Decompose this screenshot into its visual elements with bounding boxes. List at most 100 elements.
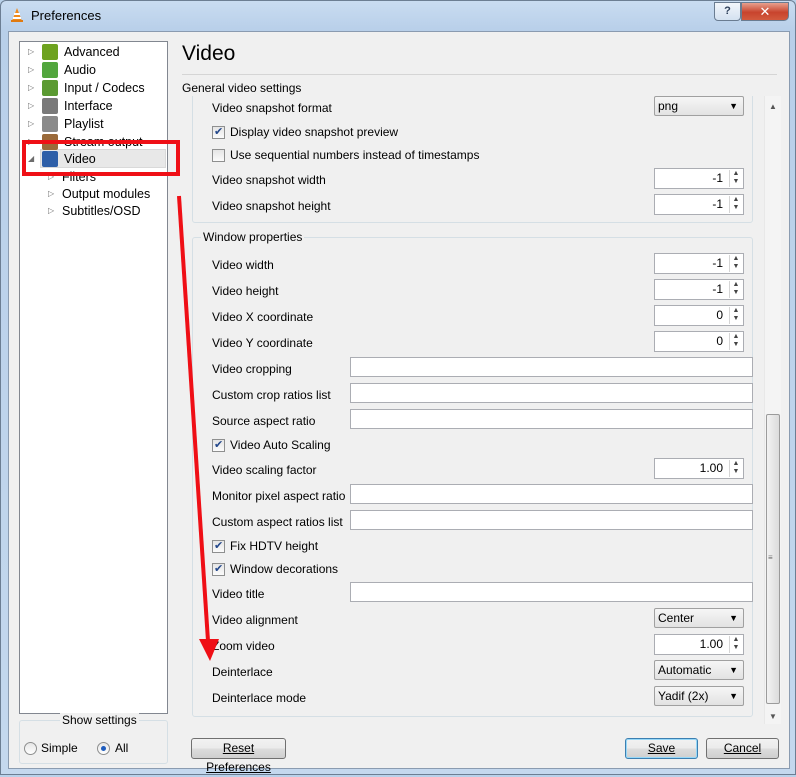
snapshot-format-label: Video snapshot format bbox=[212, 101, 332, 115]
cancel-button[interactable]: Cancel bbox=[706, 738, 779, 759]
spin-arrows-icon[interactable]: ▲ ▼ bbox=[729, 170, 742, 187]
cancel-label: Cancel bbox=[723, 741, 762, 755]
chevron-down-icon: ▼ bbox=[729, 613, 738, 623]
window-decorations-checkbox[interactable] bbox=[212, 562, 225, 576]
expand-arrow-icon[interactable]: ▷ bbox=[48, 185, 58, 203]
grip-icon: ≡ bbox=[768, 553, 773, 562]
snapshot-format-value: png bbox=[658, 99, 679, 113]
expand-arrow-icon[interactable]: ▷ bbox=[28, 79, 38, 97]
audio-icon bbox=[42, 62, 58, 78]
source-aspect-label: Source aspect ratio bbox=[212, 414, 316, 428]
monitor-aspect-input[interactable] bbox=[350, 484, 753, 504]
reset-preferences-label: Reset Preferences bbox=[206, 741, 271, 774]
auto-scaling-checkbox[interactable] bbox=[212, 438, 225, 452]
spin-arrows-icon[interactable]: ▲ ▼ bbox=[729, 281, 742, 298]
expand-arrow-icon[interactable]: ▷ bbox=[48, 202, 58, 220]
tree-item-label: Audio bbox=[64, 63, 96, 77]
tree-item-label: Output modules bbox=[62, 187, 151, 201]
video-width-spinbox[interactable]: -1 ▲ ▼ bbox=[654, 253, 744, 274]
close-button[interactable]: ✕ bbox=[741, 2, 789, 21]
vertical-scrollbar[interactable]: ▲ ≡ ▼ bbox=[764, 96, 781, 724]
spin-arrows-icon[interactable]: ▲ ▼ bbox=[729, 333, 742, 350]
source-aspect-input[interactable] bbox=[350, 409, 753, 429]
expand-arrow-icon[interactable]: ▷ bbox=[28, 43, 38, 61]
settings-scroll-area[interactable]: Video snapshot format png ▼ Display video… bbox=[182, 96, 779, 721]
video-height-spinbox[interactable]: -1 ▲ ▼ bbox=[654, 279, 744, 300]
tree-item-label: Input / Codecs bbox=[64, 81, 145, 95]
auto-scaling-label: Video Auto Scaling bbox=[230, 438, 331, 452]
all-radio[interactable] bbox=[97, 742, 110, 755]
snapshot-preview-label: Display video snapshot preview bbox=[230, 125, 399, 139]
section-label: General video settings bbox=[182, 81, 302, 95]
preferences-window: Preferences ? ✕ ▷ Advanced ▷ Audio ▷ Inp… bbox=[0, 0, 796, 775]
window-title: Preferences bbox=[31, 8, 102, 23]
deinterlace-select[interactable]: Automatic ▼ bbox=[654, 660, 744, 680]
page-title: Video bbox=[182, 42, 236, 65]
expand-arrow-icon[interactable]: ▷ bbox=[28, 61, 38, 79]
simple-radio[interactable] bbox=[24, 742, 37, 755]
show-settings-group: Show settings Simple All bbox=[19, 713, 168, 764]
window-decorations-label: Window decorations bbox=[230, 562, 339, 576]
title-bar: Preferences ? ✕ bbox=[1, 1, 795, 31]
snapshot-group: Video snapshot format png ▼ Display video… bbox=[192, 96, 753, 223]
chevron-down-icon: ▼ bbox=[729, 665, 738, 675]
fix-hdtv-checkbox[interactable] bbox=[212, 539, 225, 553]
spin-arrows-icon[interactable]: ▲ ▼ bbox=[729, 636, 742, 653]
snapshot-format-select[interactable]: png ▼ bbox=[654, 96, 744, 116]
snapshot-height-spinbox[interactable]: -1 ▲ ▼ bbox=[654, 194, 744, 215]
video-title-input[interactable] bbox=[350, 582, 753, 602]
video-x-value: 0 bbox=[716, 308, 723, 322]
scaling-factor-value: 1.00 bbox=[699, 461, 723, 475]
video-y-spinbox[interactable]: 0 ▲ ▼ bbox=[654, 331, 744, 352]
scroll-down-icon[interactable]: ▼ bbox=[769, 712, 777, 721]
zoom-video-value: 1.00 bbox=[699, 637, 723, 651]
show-settings-label: Show settings bbox=[60, 713, 139, 727]
zoom-video-label: Zoom video bbox=[212, 639, 275, 653]
video-cropping-input[interactable] bbox=[350, 357, 753, 377]
snapshot-height-label: Video snapshot height bbox=[212, 199, 331, 213]
video-alignment-select[interactable]: Center ▼ bbox=[654, 608, 744, 628]
chevron-down-icon: ▼ bbox=[729, 691, 738, 701]
video-y-label: Video Y coordinate bbox=[212, 336, 313, 350]
scaling-factor-spinbox[interactable]: 1.00 ▲ ▼ bbox=[654, 458, 744, 479]
video-y-value: 0 bbox=[716, 334, 723, 348]
tree-item-label: Playlist bbox=[64, 117, 104, 131]
simple-radio-label: Simple bbox=[41, 741, 78, 755]
scroll-up-icon[interactable]: ▲ bbox=[769, 102, 777, 111]
codecs-icon bbox=[42, 80, 58, 96]
playlist-icon bbox=[42, 116, 58, 132]
window-properties-group: Window properties Video width -1 ▲ ▼ Video… bbox=[192, 230, 753, 717]
sequential-numbers-checkbox[interactable] bbox=[212, 149, 225, 162]
deinterlace-mode-value: Yadif (2x) bbox=[658, 689, 709, 703]
reset-preferences-button[interactable]: Reset Preferences bbox=[191, 738, 286, 774]
zoom-video-spinbox[interactable]: 1.00 ▲ ▼ bbox=[654, 634, 744, 655]
crop-ratios-input[interactable] bbox=[350, 383, 753, 403]
spin-arrows-icon[interactable]: ▲ ▼ bbox=[729, 255, 742, 272]
custom-aspect-label: Custom aspect ratios list bbox=[212, 515, 343, 529]
deinterlace-mode-label: Deinterlace mode bbox=[212, 691, 307, 705]
video-height-value: -1 bbox=[712, 282, 723, 296]
video-x-label: Video X coordinate bbox=[212, 310, 314, 324]
video-x-spinbox[interactable]: 0 ▲ ▼ bbox=[654, 305, 744, 326]
all-radio-label: All bbox=[115, 741, 129, 755]
snapshot-preview-checkbox[interactable] bbox=[212, 125, 225, 139]
sequential-numbers-label: Use sequential numbers instead of timest… bbox=[230, 148, 480, 162]
help-button[interactable]: ? bbox=[714, 2, 741, 21]
window-properties-title: Window properties bbox=[201, 230, 305, 244]
crop-ratios-label: Custom crop ratios list bbox=[212, 388, 331, 402]
custom-aspect-input[interactable] bbox=[350, 510, 753, 530]
spin-arrows-icon[interactable]: ▲ ▼ bbox=[729, 460, 742, 477]
expand-arrow-icon[interactable]: ▷ bbox=[28, 97, 38, 115]
deinterlace-mode-select[interactable]: Yadif (2x) ▼ bbox=[654, 686, 744, 706]
expand-arrow-icon[interactable]: ▷ bbox=[28, 115, 38, 133]
video-alignment-value: Center bbox=[658, 611, 695, 625]
tree-item-label: Interface bbox=[64, 99, 113, 113]
spin-arrows-icon[interactable]: ▲ ▼ bbox=[729, 196, 742, 213]
spin-arrows-icon[interactable]: ▲ ▼ bbox=[729, 307, 742, 324]
scaling-factor-label: Video scaling factor bbox=[212, 463, 317, 477]
save-button[interactable]: Save bbox=[625, 738, 698, 759]
video-title-label: Video title bbox=[212, 587, 265, 601]
snapshot-width-spinbox[interactable]: -1 ▲ ▼ bbox=[654, 168, 744, 189]
deinterlace-label: Deinterlace bbox=[212, 665, 273, 679]
video-width-value: -1 bbox=[712, 256, 723, 270]
